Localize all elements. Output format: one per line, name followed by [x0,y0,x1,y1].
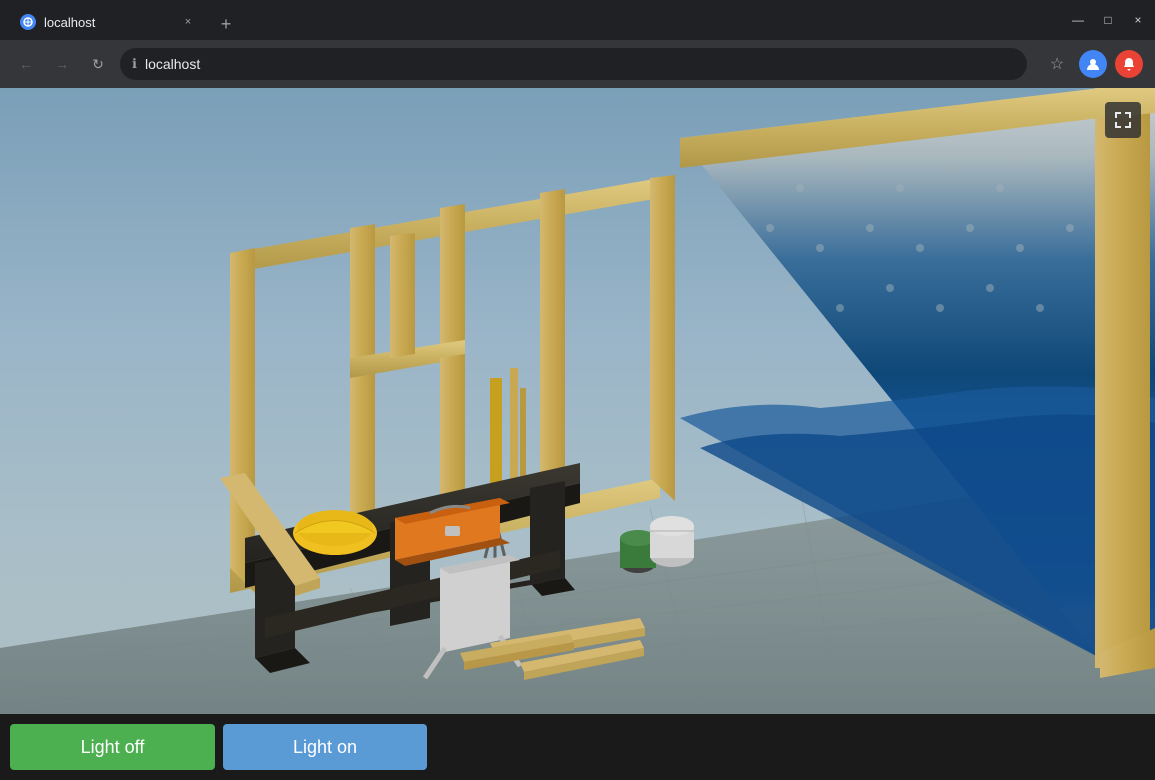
scene-svg [0,88,1155,714]
title-bar: localhost × + — □ × [0,0,1155,40]
url-text: localhost [145,56,200,72]
tab-close-button[interactable]: × [180,14,196,30]
refresh-button[interactable]: ↻ [84,50,112,78]
forward-button[interactable]: → [48,50,76,78]
address-bar: ← → ↻ ℹ localhost ☆ [0,40,1155,88]
light-on-button[interactable]: Light on [223,724,427,770]
window-controls: — □ × [1069,11,1147,29]
minimize-button[interactable]: — [1069,11,1087,29]
new-tab-button[interactable]: + [212,10,240,38]
light-off-button[interactable]: Light off [10,724,215,770]
tab-title: localhost [44,15,172,30]
bookmark-button[interactable]: ☆ [1043,50,1071,78]
browser-tab[interactable]: localhost × [8,6,208,38]
url-input[interactable]: ℹ localhost [120,48,1027,80]
back-button[interactable]: ← [12,50,40,78]
maximize-button[interactable]: □ [1099,11,1117,29]
fullscreen-icon [1113,110,1133,130]
notification-button[interactable] [1115,50,1143,78]
controls-area: Light off Light on [0,714,1155,780]
profile-button[interactable] [1079,50,1107,78]
lock-icon: ℹ [132,56,137,72]
tab-favicon [20,14,36,30]
fullscreen-button[interactable] [1105,102,1141,138]
close-button[interactable]: × [1129,11,1147,29]
address-bar-actions: ☆ [1043,50,1143,78]
scene-viewport [0,88,1155,714]
